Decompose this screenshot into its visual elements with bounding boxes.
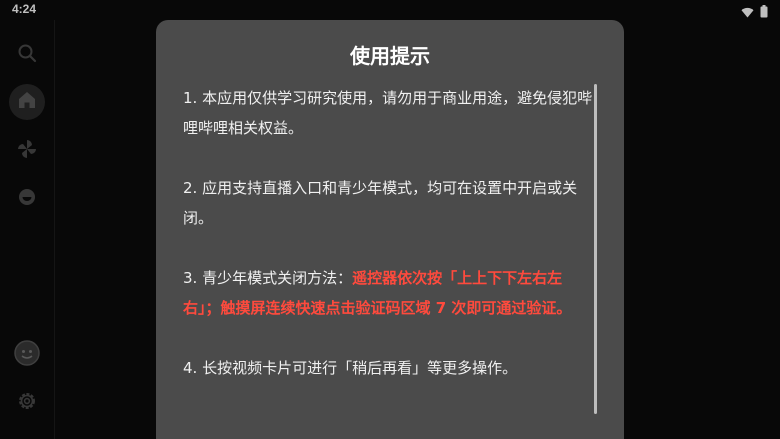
dialog-body[interactable]: 1. 本应用仅供学习研究使用，请勿用于商业用途，避免侵犯哔哩哔哩相关权益。 2.…: [183, 83, 595, 413]
tip-text: 2. 应用支持直播入口和青少年模式，均可在设置中开启或关闭。: [183, 179, 578, 227]
tip-text: 4. 长按视频卡片可进行「稍后再看」等更多操作。: [183, 359, 518, 377]
tip-paragraph-3: 3. 青少年模式关闭方法：遥控器依次按「上上下下左右左右」；触摸屏连续快速点击验…: [183, 263, 595, 323]
usage-tips-dialog: 使用提示 1. 本应用仅供学习研究使用，请勿用于商业用途，避免侵犯哔哩哔哩相关权…: [156, 20, 624, 439]
tip-paragraph-2: 2. 应用支持直播入口和青少年模式，均可在设置中开启或关闭。: [183, 173, 595, 233]
tip-paragraph-4: 4. 长按视频卡片可进行「稍后再看」等更多操作。: [183, 353, 595, 383]
tip-text: 1. 本应用仅供学习研究使用，请勿用于商业用途，避免侵犯哔哩哔哩相关权益。: [183, 89, 593, 137]
app-screen: 4:24 使用提示 1. 本应用仅供学习研究使用，请勿用于商业用途，避免侵犯哔哩…: [0, 0, 780, 439]
tip-paragraph-1: 1. 本应用仅供学习研究使用，请勿用于商业用途，避免侵犯哔哩哔哩相关权益。: [183, 83, 595, 143]
dialog-scrollbar[interactable]: [594, 84, 597, 414]
dialog-title: 使用提示: [350, 44, 430, 68]
tip-text: 3. 青少年模式关闭方法：: [183, 269, 353, 287]
